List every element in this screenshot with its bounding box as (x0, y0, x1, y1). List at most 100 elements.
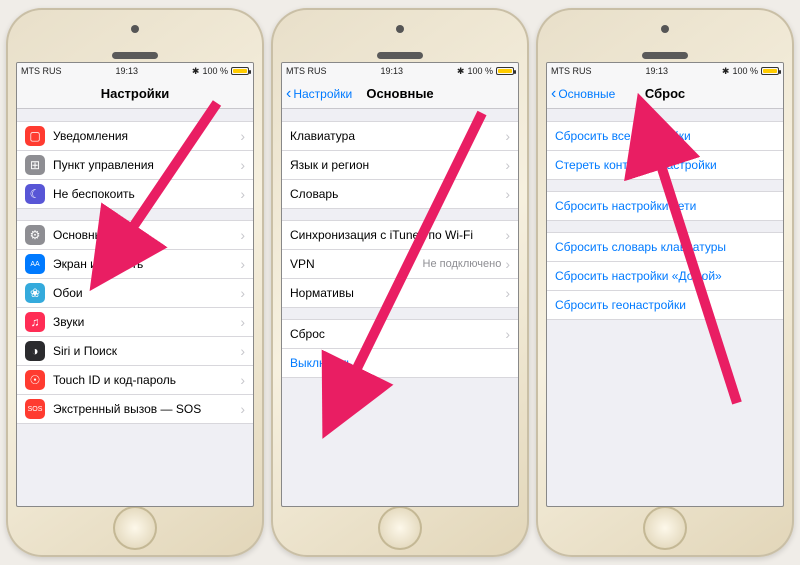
carrier: MTS RUS (21, 66, 62, 76)
reset-option[interactable]: Сбросить все настройки (547, 121, 783, 151)
row-label: VPN (290, 257, 423, 271)
row-label: Сбросить словарь клавиатуры (555, 240, 775, 254)
status-bar: MTS RUS 19:13 ✱100 % (17, 63, 253, 79)
chevron-left-icon: ‹ (551, 86, 556, 102)
row-label: Сбросить настройки сети (555, 199, 775, 213)
row-label: Язык и регион (290, 158, 505, 172)
settings-row[interactable]: ◑ Siri и Поиск› (17, 336, 253, 366)
settings-row[interactable]: ⊞ Пункт управления› (17, 150, 253, 180)
battery-icon (231, 67, 249, 75)
row-icon: ⚙ (25, 225, 45, 245)
settings-row[interactable]: Язык и регион› (282, 150, 518, 180)
chevron-right-icon: › (240, 256, 245, 272)
chevron-right-icon: › (505, 186, 510, 202)
status-bar: MTS RUS 19:13 ✱100 % (547, 63, 783, 79)
chevron-right-icon: › (505, 227, 510, 243)
row-label: Стереть контент и настройки (555, 158, 775, 172)
chevron-right-icon: › (240, 186, 245, 202)
reset-option[interactable]: Сбросить настройки «Домой» (547, 261, 783, 291)
row-label: Сбросить настройки «Домой» (555, 269, 775, 283)
row-icon: ♫ (25, 312, 45, 332)
phone-frame-2: MTS RUS 19:13 ✱100 % ‹ Настройки Основны… (271, 8, 529, 557)
chevron-right-icon: › (505, 326, 510, 342)
chevron-right-icon: › (240, 285, 245, 301)
reset-option[interactable]: Сбросить настройки сети (547, 191, 783, 221)
navbar: ‹ Настройки Основные (282, 79, 518, 109)
settings-row[interactable]: ❀ Обои› (17, 278, 253, 308)
chevron-right-icon: › (505, 157, 510, 173)
page-title: Основные (366, 86, 433, 101)
settings-row[interactable]: Нормативы› (282, 278, 518, 308)
settings-row[interactable]: Выключить (282, 348, 518, 378)
row-icon: ⊞ (25, 155, 45, 175)
screen-reset: MTS RUS 19:13 ✱100 % ‹ Основные Сброс Сб… (546, 62, 784, 507)
chevron-right-icon: › (240, 227, 245, 243)
settings-row[interactable]: Клавиатура› (282, 121, 518, 151)
home-button[interactable] (378, 506, 422, 550)
row-label: Сбросить все настройки (555, 129, 775, 143)
chevron-right-icon: › (240, 314, 245, 330)
chevron-right-icon: › (240, 157, 245, 173)
reset-option[interactable]: Стереть контент и настройки (547, 150, 783, 180)
status-bar: MTS RUS 19:13 ✱100 % (282, 63, 518, 79)
settings-row[interactable]: ☾ Не беспокоить› (17, 179, 253, 209)
battery-pct: 100 % (202, 66, 228, 76)
settings-row[interactable]: AAЭкран и яркость› (17, 249, 253, 279)
row-label: Сброс (290, 327, 505, 341)
settings-row[interactable]: Синхронизация с iTunes по Wi-Fi› (282, 220, 518, 250)
settings-row[interactable]: ⚙ Основные› (17, 220, 253, 250)
settings-row[interactable]: VPNНе подключено› (282, 249, 518, 279)
home-button[interactable] (113, 506, 157, 550)
back-button[interactable]: ‹ Основные (551, 79, 615, 108)
row-label: Основные (53, 228, 240, 242)
row-label: Обои (53, 286, 240, 300)
row-icon: SOS (25, 399, 45, 419)
chevron-right-icon: › (240, 401, 245, 417)
row-label: Touch ID и код-пароль (53, 373, 240, 387)
row-label: Пункт управления (53, 158, 240, 172)
page-title: Сброс (645, 86, 685, 101)
chevron-right-icon: › (505, 128, 510, 144)
navbar: Настройки (17, 79, 253, 109)
back-button[interactable]: ‹ Настройки (286, 79, 352, 108)
row-icon: ❀ (25, 283, 45, 303)
screen-general: MTS RUS 19:13 ✱100 % ‹ Настройки Основны… (281, 62, 519, 507)
row-label: Сбросить геонастройки (555, 298, 775, 312)
row-label: Siri и Поиск (53, 344, 240, 358)
chevron-right-icon: › (505, 285, 510, 301)
row-label: Нормативы (290, 286, 505, 300)
clock: 19:13 (115, 66, 138, 76)
chevron-right-icon: › (240, 343, 245, 359)
chevron-left-icon: ‹ (286, 86, 291, 102)
row-value: Не подключено (423, 258, 502, 270)
row-label: Уведомления (53, 129, 240, 143)
settings-row[interactable]: Словарь› (282, 179, 518, 209)
settings-row[interactable]: ☉ Touch ID и код-пароль› (17, 365, 253, 395)
row-icon: ▢ (25, 126, 45, 146)
phone-frame-1: MTS RUS 19:13 ✱100 % Настройки ▢ Уведомле… (6, 8, 264, 557)
row-label: Экстренный вызов — SOS (53, 402, 240, 416)
settings-row[interactable]: SOS Экстренный вызов — SOS› (17, 394, 253, 424)
page-title: Настройки (101, 86, 170, 101)
row-label: Клавиатура (290, 129, 505, 143)
settings-row[interactable]: ♫ Звуки› (17, 307, 253, 337)
row-icon: ☉ (25, 370, 45, 390)
row-label: Словарь (290, 187, 505, 201)
row-icon: ◑ (25, 341, 45, 361)
chevron-right-icon: › (240, 372, 245, 388)
row-icon: ☾ (25, 184, 45, 204)
chevron-right-icon: › (505, 256, 510, 272)
row-label: Звуки (53, 315, 240, 329)
settings-row[interactable]: ▢ Уведомления› (17, 121, 253, 151)
navbar: ‹ Основные Сброс (547, 79, 783, 109)
home-button[interactable] (643, 506, 687, 550)
screen-settings: MTS RUS 19:13 ✱100 % Настройки ▢ Уведомле… (16, 62, 254, 507)
reset-option[interactable]: Сбросить геонастройки (547, 290, 783, 320)
settings-row[interactable]: Сброс› (282, 319, 518, 349)
chevron-right-icon: › (240, 128, 245, 144)
row-label: Не беспокоить (53, 187, 240, 201)
reset-option[interactable]: Сбросить словарь клавиатуры (547, 232, 783, 262)
row-label: Выключить (290, 356, 510, 370)
phone-frame-3: MTS RUS 19:13 ✱100 % ‹ Основные Сброс Сб… (536, 8, 794, 557)
row-label: Синхронизация с iTunes по Wi-Fi (290, 228, 505, 242)
